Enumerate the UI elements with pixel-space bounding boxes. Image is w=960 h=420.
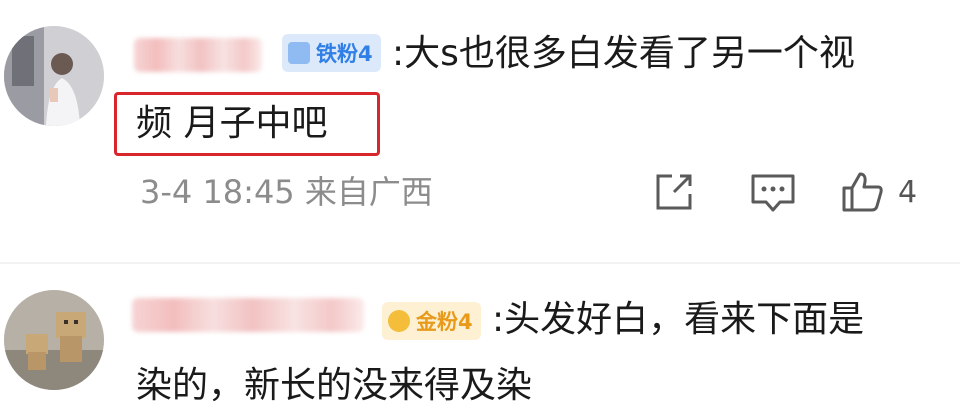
username-blurred[interactable] [132, 298, 364, 332]
comment-text-line1: :大s也很多白发看了另一个视 [392, 33, 855, 74]
divider [0, 262, 960, 264]
comment-meta: 3-4 18:45 来自广西 [140, 168, 433, 216]
highlight-box [114, 92, 380, 156]
comment-button[interactable] [748, 168, 798, 216]
fan-badge[interactable]: 铁粉4 [282, 34, 381, 72]
avatar[interactable] [4, 290, 104, 390]
comment-text-line1: :头发好白，看来下面是 [492, 299, 865, 340]
badge-label: 金粉4 [416, 310, 473, 334]
comment-item-1: 铁粉4 :大s也很多白发看了另一个视 频 月子中吧 3-4 18:45 来自广西… [0, 0, 960, 260]
badge-label: 铁粉4 [316, 42, 373, 66]
avatar[interactable] [4, 26, 104, 126]
like-icon [842, 172, 883, 212]
fan-badge[interactable]: 金粉4 [382, 302, 481, 340]
like-count: 4 [898, 174, 918, 210]
share-icon [656, 174, 692, 210]
location: 来自广西 [304, 173, 433, 211]
avatar-photo-icon [4, 26, 104, 126]
badge-icon [288, 42, 310, 64]
avatar-danbo-icon [4, 290, 104, 390]
username-blurred[interactable] [134, 38, 262, 72]
comment-icon [751, 174, 795, 212]
share-button[interactable] [650, 168, 698, 216]
like-button[interactable]: 4 [840, 168, 917, 216]
badge-icon [388, 310, 410, 332]
timestamp: 3-4 18:45 [140, 173, 295, 211]
comment-text-line2: 染的，新长的没来得及染 [136, 365, 533, 406]
